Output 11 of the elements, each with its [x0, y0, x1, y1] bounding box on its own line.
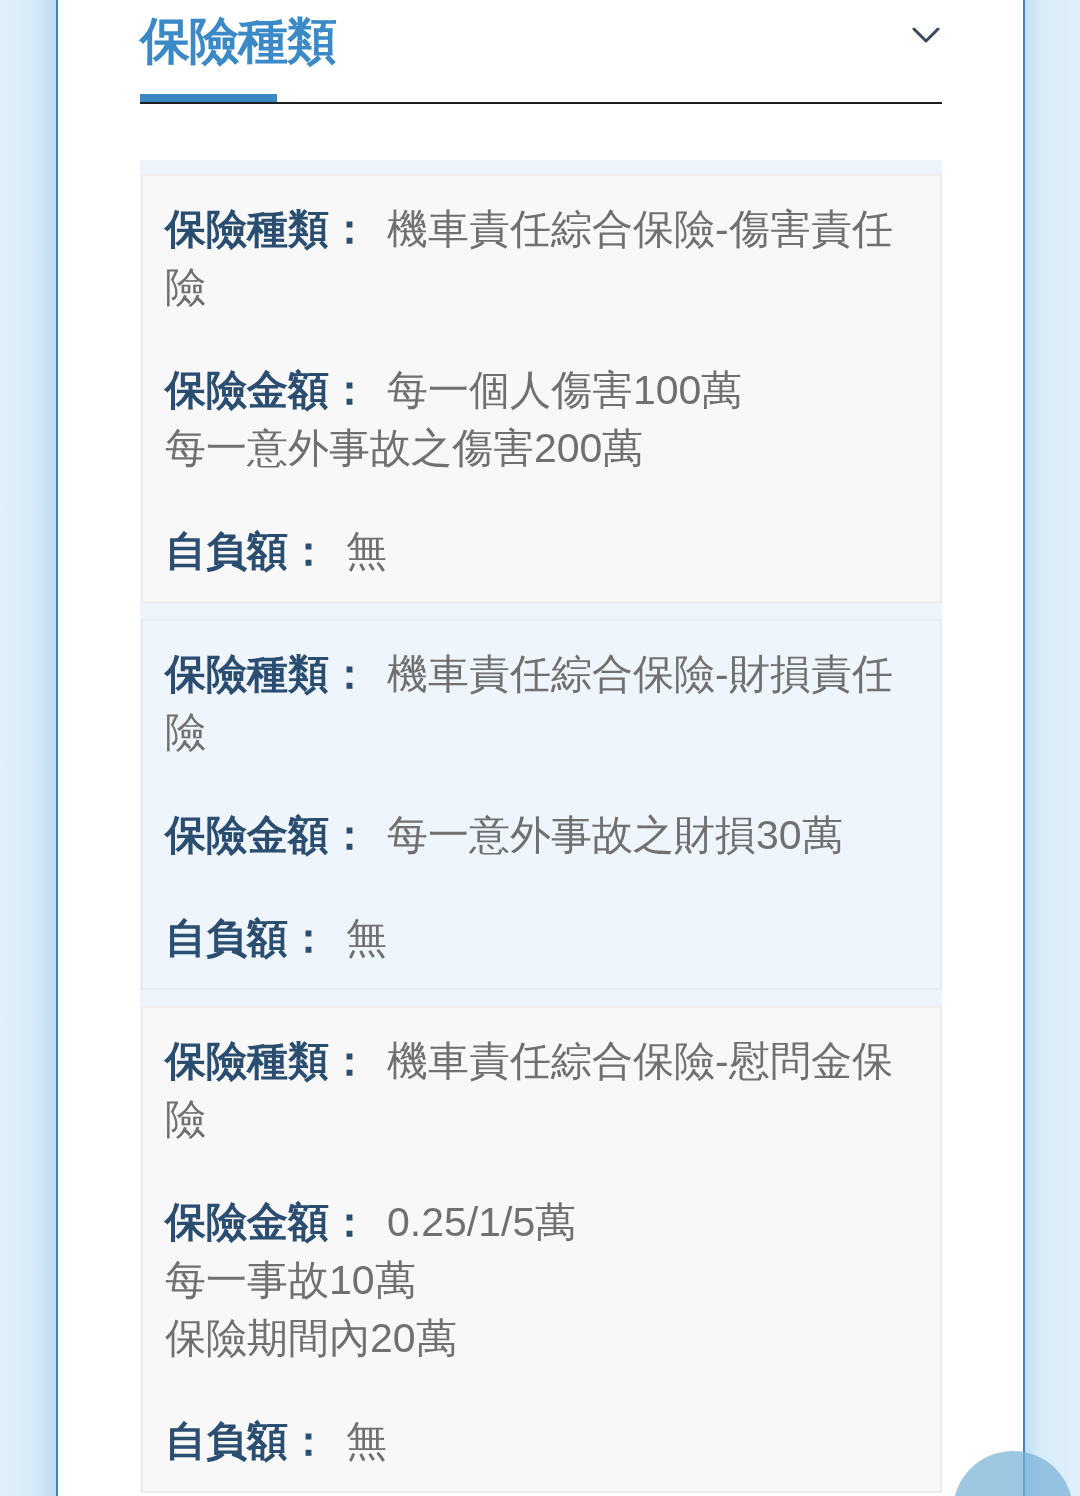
field-text: 保險種類： 機車責任綜合保險-傷害責任險: [165, 205, 894, 312]
field-text: 保險金額： 每一個人傷害100萬 每一意外事故之傷害200萬: [165, 366, 744, 473]
field-text: 保險種類： 機車責任綜合保險-慰問金保險: [165, 1037, 894, 1144]
chevron-down-icon[interactable]: [912, 27, 940, 43]
section-title: 保險種類: [140, 12, 336, 70]
field-text: 保險金額： 每一意外事故之財損30萬: [165, 811, 844, 860]
field-text: 自負額： 無: [165, 527, 388, 576]
field-text: 保險種類： 機車責任綜合保險-財損責任險: [165, 650, 894, 757]
field-text: 自負額： 無: [165, 1417, 388, 1466]
field-text: 自負額： 無: [165, 914, 388, 963]
field-text: 保險金額： 0.25/1/5萬 每一事故10萬 保險期間內20萬: [165, 1198, 578, 1363]
